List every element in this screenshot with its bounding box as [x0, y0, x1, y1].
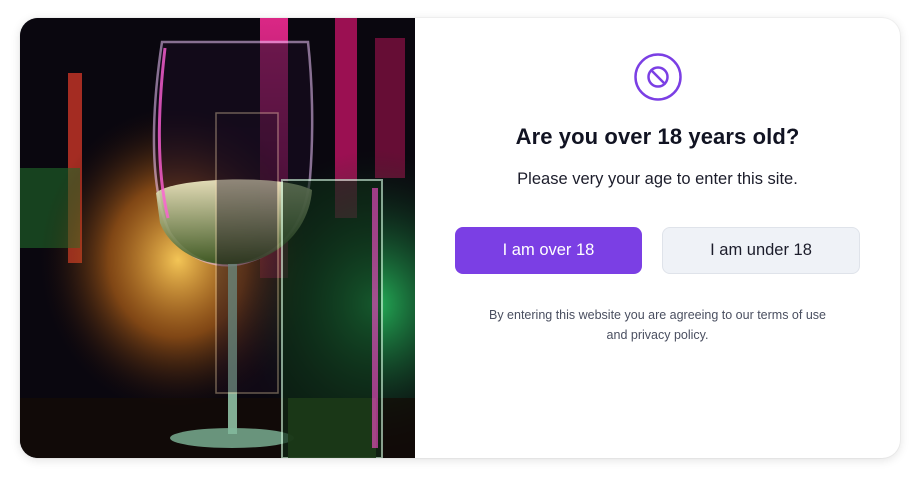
- terms-line-1: By entering this website you are agreein…: [489, 308, 826, 322]
- page-title: Are you over 18 years old?: [515, 124, 800, 149]
- age-verification-modal: Are you over 18 years old? Please very y…: [20, 18, 900, 458]
- ban-icon: [634, 53, 682, 101]
- terms-line-2: and privacy policy.: [606, 328, 709, 342]
- dialog-content: Are you over 18 years old? Please very y…: [415, 18, 900, 458]
- terms-notice: By entering this website you are agreein…: [455, 305, 860, 345]
- under-18-button[interactable]: I am under 18: [662, 227, 860, 274]
- over-18-button[interactable]: I am over 18: [455, 227, 642, 274]
- subtitle: Please very your age to enter this site.: [517, 170, 798, 188]
- wine-glass-photo: [20, 18, 415, 458]
